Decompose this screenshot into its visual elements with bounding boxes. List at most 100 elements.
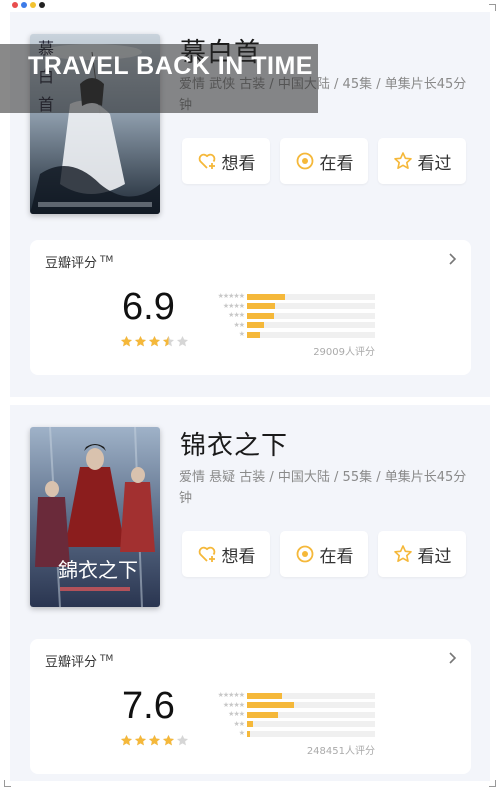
distribution-row: ★★: [202, 720, 375, 729]
douban-rating-card[interactable]: 豆瓣评分 TM 7.6 ★★★★★ ★★★★ ★★★ ★★ ★ 248451人评分: [30, 639, 471, 774]
crop-mark: [489, 780, 496, 787]
crop-mark: [4, 780, 11, 787]
distribution-bar: [247, 702, 295, 708]
star-half-icon: [162, 335, 175, 347]
star-outline-icon: [393, 545, 412, 563]
rating-header: 豆瓣评分 TM: [45, 252, 113, 271]
distribution-track: [247, 303, 375, 309]
distribution-track: [247, 322, 375, 328]
black-dot: [39, 2, 45, 8]
star-filled-icon: [162, 734, 175, 746]
action-buttons: 想看 在看 看过: [182, 138, 466, 184]
watching-label: 在看: [319, 546, 354, 567]
mini-stars-icon: ★★★: [228, 311, 245, 319]
circle-dot-icon: [296, 152, 313, 170]
vote-count: 29009人评分: [313, 347, 375, 358]
want-to-watch-label: 想看: [221, 546, 256, 567]
rating-distribution: ★★★★★ ★★★★ ★★★ ★★ ★: [202, 292, 375, 340]
crop-mark: [489, 4, 496, 11]
poster-art: 錦衣之下: [30, 427, 160, 607]
yellow-dot: [30, 2, 36, 8]
want-to-watch-button[interactable]: 想看: [182, 531, 270, 577]
distribution-row: ★★★: [202, 710, 375, 719]
mini-stars-icon: ★★★: [228, 710, 245, 718]
distribution-row: ★★★★: [202, 701, 375, 710]
star-filled-icon: [148, 335, 161, 347]
chevron-right-icon[interactable]: [445, 651, 459, 665]
distribution-bar: [247, 721, 254, 727]
circle-dot-icon: [296, 545, 313, 563]
mini-stars-icon: ★★★★: [222, 700, 245, 709]
distribution-row: ★★★★★: [202, 691, 375, 700]
douban-rating-card[interactable]: 豆瓣评分 TM 6.9 ★★★★★ ★★★★ ★★★ ★★ ★ 29009人评分: [30, 240, 471, 375]
distribution-bar: [247, 322, 264, 328]
distribution-bar: [247, 692, 282, 699]
distribution-track: [247, 293, 375, 300]
mini-stars-icon: ★: [238, 330, 245, 338]
distribution-row: ★: [202, 330, 375, 339]
mini-stars-icon: ★★★★★: [217, 691, 245, 699]
distribution-bar: [247, 711, 278, 718]
star-filled-icon: [120, 734, 133, 746]
star-filled-icon: [120, 335, 133, 347]
distribution-track: [247, 312, 375, 319]
heart-plus-icon: [198, 546, 215, 562]
mini-stars-icon: ★★: [233, 719, 245, 728]
rating-distribution: ★★★★★ ★★★★ ★★★ ★★ ★: [202, 691, 375, 739]
distribution-row: ★★★★★: [202, 292, 375, 301]
rating-header: 豆瓣评分 TM: [45, 651, 113, 670]
mini-stars-icon: ★★: [233, 320, 245, 329]
svg-text:錦衣之下: 錦衣之下: [58, 558, 138, 582]
show-title: 锦衣之下: [180, 431, 289, 461]
star-filled-icon: [148, 734, 161, 746]
watched-label: 看过: [417, 546, 452, 567]
rating-label: 豆瓣评分: [45, 655, 98, 670]
mini-stars-icon: ★★★★: [222, 301, 245, 310]
watching-label: 在看: [319, 153, 354, 174]
rating-label: 豆瓣评分: [45, 256, 98, 271]
watched-button[interactable]: 看过: [378, 138, 466, 184]
distribution-row: ★★: [202, 321, 375, 330]
mini-stars-icon: ★: [238, 729, 245, 737]
rating-stars: [120, 734, 189, 747]
distribution-row: ★★★: [202, 311, 375, 320]
want-to-watch-button[interactable]: 想看: [182, 138, 270, 184]
distribution-track: [247, 721, 375, 727]
trademark: TM: [100, 653, 114, 664]
star-filled-icon: [134, 335, 147, 347]
chevron-right-icon[interactable]: [445, 252, 459, 266]
distribution-track: [247, 692, 375, 699]
watching-button[interactable]: 在看: [280, 138, 368, 184]
star-empty-icon: [176, 734, 189, 746]
distribution-track: [247, 702, 375, 708]
distribution-bar: [247, 331, 260, 338]
distribution-track: [247, 730, 375, 737]
distribution-row: ★: [202, 729, 375, 738]
rating-score: 6.9: [122, 286, 175, 328]
distribution-bar: [247, 312, 274, 319]
watched-label: 看过: [417, 153, 452, 174]
vote-count: 248451人评分: [306, 746, 375, 757]
show-card-2[interactable]: 錦衣之下 锦衣之下 爱情 悬疑 古装 / 中国大陆 / 55集 / 单集片长45…: [10, 405, 490, 781]
poster-image[interactable]: 錦衣之下: [30, 427, 160, 607]
watermark-text: TRAVEL BACK IN TIME: [28, 52, 313, 80]
watched-button[interactable]: 看过: [378, 531, 466, 577]
distribution-bar: [247, 730, 250, 737]
distribution-track: [247, 331, 375, 338]
rating-stars: [120, 335, 189, 348]
trademark: TM: [100, 254, 114, 265]
action-buttons: 想看 在看 看过: [182, 531, 466, 577]
want-to-watch-label: 想看: [221, 153, 256, 174]
distribution-track: [247, 711, 375, 718]
blue-dot: [21, 2, 27, 8]
decorative-dots: [12, 2, 45, 8]
show-meta: 爱情 悬疑 古装 / 中国大陆 / 55集 / 单集片长45分钟: [179, 470, 467, 506]
distribution-bar: [247, 303, 276, 309]
distribution-row: ★★★★: [202, 302, 375, 311]
rating-score: 7.6: [122, 685, 175, 727]
star-outline-icon: [393, 152, 412, 170]
mini-stars-icon: ★★★★★: [217, 292, 245, 300]
heart-plus-icon: [198, 153, 215, 169]
watching-button[interactable]: 在看: [280, 531, 368, 577]
distribution-bar: [247, 293, 286, 300]
